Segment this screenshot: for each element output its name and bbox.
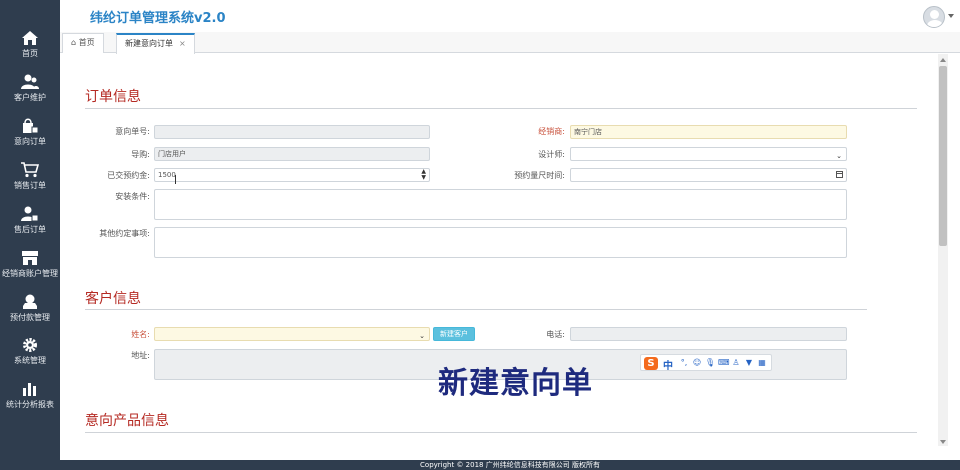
chevron-down-icon[interactable] xyxy=(948,14,954,18)
intent-no-field xyxy=(154,125,430,139)
deposit-label: 已交预约金: xyxy=(107,171,150,180)
tab-home[interactable]: ⌂ 首页 xyxy=(62,33,104,53)
store-icon xyxy=(22,251,38,265)
gear-icon xyxy=(23,338,37,352)
deposit-input[interactable]: 1500 ▲ ▼ xyxy=(154,168,430,182)
sidebar: 首页 客户维护 意向订单 销售订单 售后订单 经销商账户管理 预付款管理 系统管… xyxy=(0,0,60,470)
sidebar-item-system[interactable]: 系统管理 xyxy=(0,337,60,377)
designer-select[interactable]: ⌄ xyxy=(570,147,847,161)
user-avatar[interactable] xyxy=(923,6,945,28)
measure-time-input[interactable] xyxy=(570,168,847,182)
sidebar-item-label: 销售订单 xyxy=(14,181,46,190)
user-icon[interactable]: ♙ xyxy=(731,358,741,368)
intent-no-label: 意向单号: xyxy=(115,127,150,136)
users-icon xyxy=(21,74,39,89)
sidebar-item-intent-orders[interactable]: 意向订单 xyxy=(0,118,60,158)
sidebar-item-dealer-accounts[interactable]: 经销商账户管理 xyxy=(0,250,60,290)
sidebar-item-sales-orders[interactable]: 销售订单 xyxy=(0,162,60,202)
sidebar-item-label: 经销商账户管理 xyxy=(2,269,58,278)
sidebar-item-after-sales[interactable]: 售后订单 xyxy=(0,206,60,246)
calendar-icon[interactable] xyxy=(836,171,843,178)
overlay-caption: 新建意向单 xyxy=(438,366,593,401)
ime-logo-icon[interactable]: S xyxy=(644,357,658,370)
customer-name-label: 姓名: xyxy=(131,330,150,339)
tab-bar: ⌂ 首页 新建意向订单 × xyxy=(60,32,960,54)
punct-icon[interactable]: °, xyxy=(679,358,689,368)
page-scrollbar[interactable] xyxy=(938,54,948,446)
mic-icon[interactable]: 🎙︎ xyxy=(705,358,715,368)
scroll-up-icon[interactable] xyxy=(940,58,946,62)
spinner-arrows-icon[interactable]: ▲ ▼ xyxy=(421,169,426,181)
tab-new-intent-order[interactable]: 新建意向订单 × xyxy=(116,33,195,54)
address-label: 地址: xyxy=(131,351,150,360)
sidebar-item-home[interactable]: 首页 xyxy=(0,30,60,70)
guide-field: 门店用户 xyxy=(154,147,430,161)
footer: Copyright © 2018 广州纬纶信息科技有限公司 版权所有 xyxy=(60,460,960,470)
other-terms-label: 其他约定事项: xyxy=(99,229,150,238)
top-bar: 纬纶订单管理系统v2.0 xyxy=(60,0,960,32)
sidebar-item-customers[interactable]: 客户维护 xyxy=(0,74,60,114)
sidebar-item-label: 客户维护 xyxy=(14,93,46,102)
tab-label: 首页 xyxy=(78,38,95,47)
home-icon: ⌂ xyxy=(71,38,77,47)
sidebar-item-prepayment[interactable]: 预付款管理 xyxy=(0,294,60,334)
divider xyxy=(85,309,867,310)
product-info-title: 意向产品信息 xyxy=(85,413,169,429)
deposit-value: 1500 xyxy=(158,171,176,179)
divider xyxy=(85,432,917,433)
grid-icon[interactable]: ▦ xyxy=(757,358,767,368)
sidebar-item-label: 统计分析报表 xyxy=(6,400,54,409)
app-title: 纬纶订单管理系统v2.0 xyxy=(90,11,226,26)
emoji-icon[interactable]: ☺ xyxy=(692,358,702,368)
tab-label: 新建意向订单 xyxy=(125,39,173,48)
home-icon xyxy=(22,31,38,45)
phone-label: 电话: xyxy=(546,330,565,339)
dealer-field[interactable]: 南宁门店 xyxy=(570,125,847,139)
sidebar-item-label: 预付款管理 xyxy=(10,313,50,322)
divider xyxy=(85,108,917,109)
close-icon[interactable]: × xyxy=(179,39,186,48)
sidebar-item-reports[interactable]: 统计分析报表 xyxy=(0,381,60,421)
order-info-title: 订单信息 xyxy=(85,89,141,105)
after-sales-icon xyxy=(21,206,39,222)
chevron-down-icon: ⌄ xyxy=(419,332,425,340)
keyboard-icon[interactable]: ⌨ xyxy=(718,358,730,368)
ime-mode-toggle[interactable]: 中 xyxy=(663,357,673,372)
phone-field xyxy=(570,327,847,341)
text-cursor-icon xyxy=(175,175,176,184)
dealer-label: 经销商: xyxy=(538,127,565,136)
sidebar-item-label: 系统管理 xyxy=(14,356,46,365)
cart-icon xyxy=(21,162,39,178)
intent-order-icon xyxy=(23,118,39,134)
sidebar-item-label: 首页 xyxy=(22,49,38,58)
ime-toolbar: S 中 °, ☺ 🎙︎ ⌨ ♙ ▼ ▦ xyxy=(640,354,772,372)
measure-time-label: 预约量尺时间: xyxy=(514,171,565,180)
customer-name-select[interactable]: ⌄ xyxy=(154,327,430,341)
install-label: 安装条件: xyxy=(115,192,150,201)
guide-label: 导购: xyxy=(131,150,150,159)
customer-info-title: 客户信息 xyxy=(85,291,141,307)
other-terms-textarea[interactable] xyxy=(154,227,847,258)
sidebar-item-label: 售后订单 xyxy=(14,225,46,234)
bar-chart-icon xyxy=(23,383,36,396)
new-customer-button[interactable]: 新建客户 xyxy=(433,327,475,341)
scrollbar-thumb[interactable] xyxy=(939,66,947,246)
shirt-icon[interactable]: ▼ xyxy=(744,358,754,368)
designer-label: 设计师: xyxy=(538,150,565,159)
chevron-down-icon: ⌄ xyxy=(836,152,842,160)
install-textarea[interactable] xyxy=(154,189,847,220)
sidebar-item-label: 意向订单 xyxy=(14,137,46,146)
prepay-icon xyxy=(23,294,37,309)
scroll-down-icon[interactable] xyxy=(940,440,946,444)
